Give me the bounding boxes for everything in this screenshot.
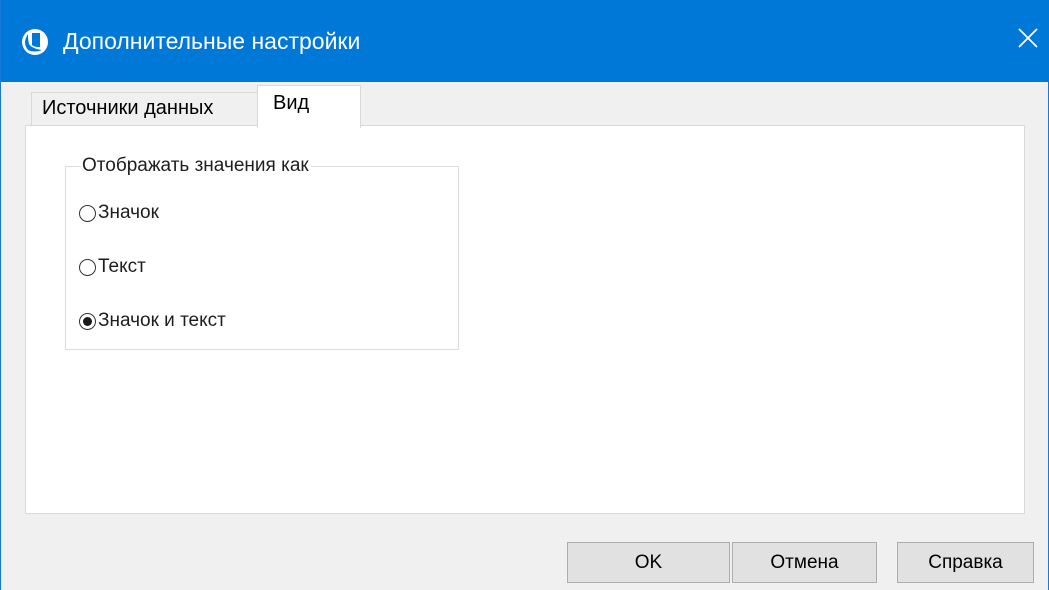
radio-icon-and-text-option[interactable]: Значок и текст bbox=[79, 309, 226, 333]
ok-button[interactable]: OK bbox=[567, 542, 730, 583]
radio-label: Значок и текст bbox=[98, 310, 226, 331]
radio-text-option[interactable]: Текст bbox=[79, 255, 146, 279]
group-legend: Отображать значения как bbox=[81, 154, 311, 178]
cancel-button[interactable]: Отмена bbox=[732, 542, 877, 583]
help-button[interactable]: Справка bbox=[897, 542, 1034, 583]
radio-icon-option[interactable]: Значок bbox=[79, 201, 159, 225]
tab-data-sources[interactable]: Источники данных bbox=[31, 92, 281, 126]
close-icon bbox=[1017, 27, 1039, 54]
tab-view[interactable]: Вид bbox=[257, 85, 361, 128]
radio-dot-icon bbox=[83, 316, 92, 326]
radio-label: Значок bbox=[98, 202, 159, 223]
tab-label: Источники данных bbox=[42, 97, 214, 119]
tab-panel-view: Отображать значения как Значок Текст Зна… bbox=[25, 125, 1025, 514]
radio-button-unchecked[interactable] bbox=[79, 258, 96, 276]
tab-label: Вид bbox=[273, 92, 310, 114]
radio-label: Текст bbox=[98, 256, 146, 277]
radio-button-unchecked[interactable] bbox=[79, 204, 96, 222]
title-bar[interactable]: Дополнительные настройки bbox=[1, 0, 1049, 82]
display-values-group: Отображать значения как Значок Текст Зна… bbox=[65, 154, 459, 350]
dialog-window: Дополнительные настройки Источники данны… bbox=[0, 0, 1049, 590]
tab-strip: Источники данных Вид bbox=[25, 82, 1025, 128]
app-logo-icon bbox=[21, 28, 49, 56]
window-title: Дополнительные настройки bbox=[63, 28, 361, 54]
radio-button-checked[interactable] bbox=[79, 312, 96, 330]
close-button[interactable] bbox=[1005, 18, 1049, 63]
